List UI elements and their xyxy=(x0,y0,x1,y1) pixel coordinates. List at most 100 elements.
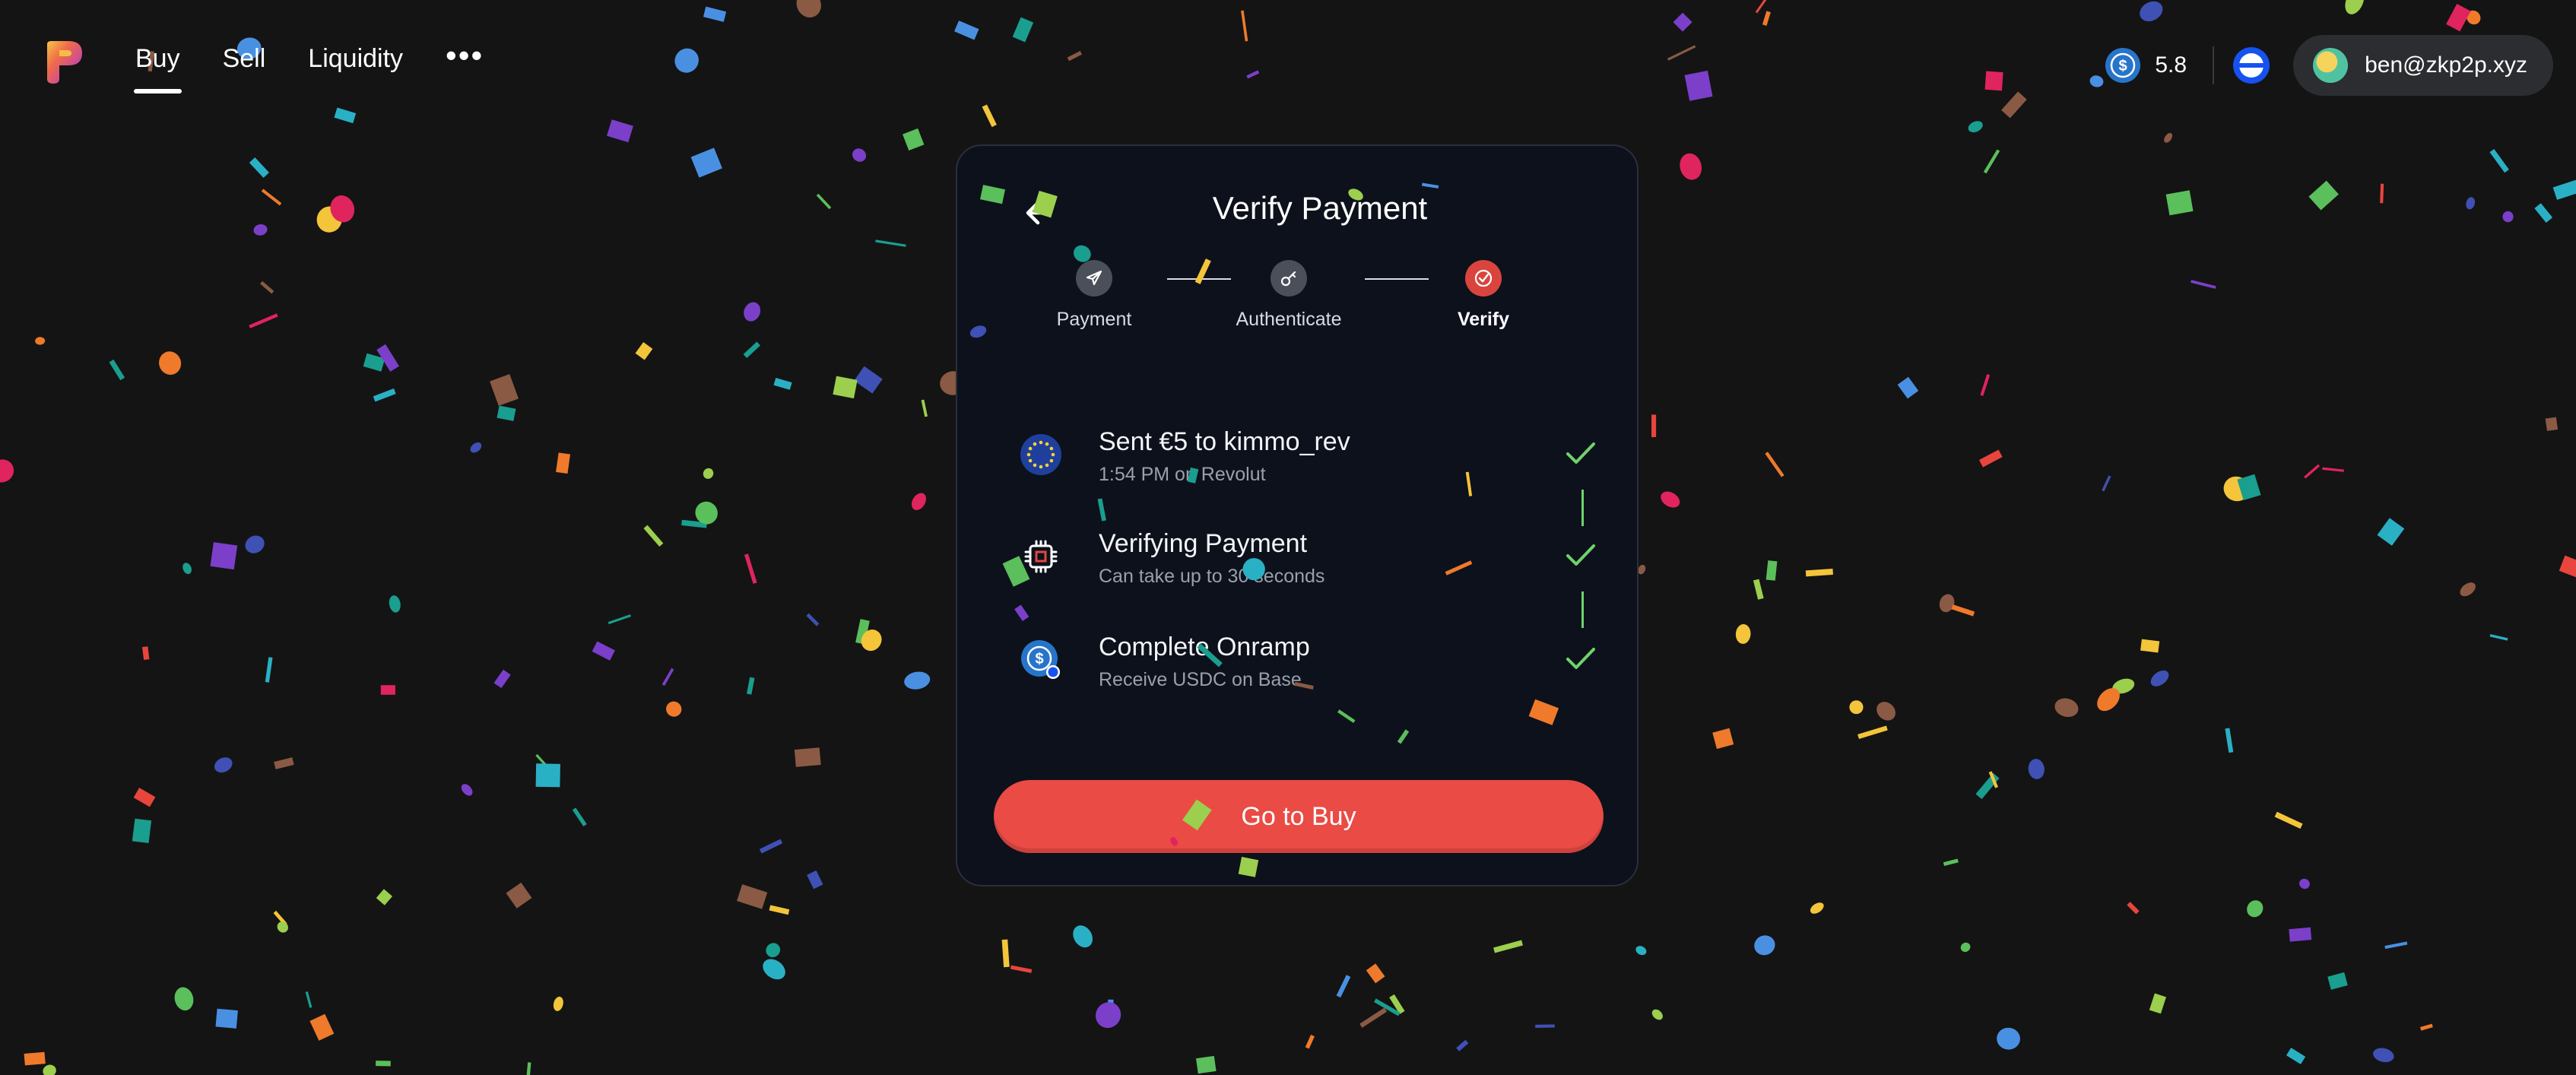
confetti-piece xyxy=(1765,452,1784,477)
confetti-piece xyxy=(1805,568,1833,577)
confetti-piece xyxy=(2384,941,2408,950)
usdc-coin-icon: $ xyxy=(2105,48,2141,83)
confetti-piece xyxy=(1195,1055,1217,1074)
go-to-buy-button[interactable]: Go to Buy xyxy=(994,780,1604,853)
confetti-piece xyxy=(2054,698,2079,718)
confetti-piece xyxy=(2112,678,2135,694)
confetti-piece xyxy=(1635,946,1647,956)
confetti-piece xyxy=(807,870,823,889)
confetti-piece xyxy=(249,313,278,328)
confetti-piece xyxy=(2502,211,2514,223)
confetti-piece xyxy=(1535,1024,1555,1028)
row-subtitle: 1:54 PM on Revolut xyxy=(1099,464,1266,485)
confetti-piece xyxy=(2140,1,2163,22)
confetti-piece xyxy=(1765,560,1778,581)
confetti-piece xyxy=(703,468,714,479)
check-circle-icon xyxy=(1465,260,1502,296)
nav-buy[interactable]: Buy xyxy=(134,44,182,94)
confetti-piece xyxy=(493,669,511,689)
confetti-piece xyxy=(43,1064,56,1075)
confetti-piece xyxy=(954,21,979,40)
header-account-area: $ 5.8 ben@zkp2p.xyz xyxy=(2085,35,2553,96)
confetti-piece xyxy=(903,128,925,151)
confetti-piece xyxy=(261,189,282,206)
confetti-piece xyxy=(1684,70,1713,101)
confetti-piece xyxy=(461,784,473,796)
confetti-piece xyxy=(2467,10,2481,25)
confetti-piece xyxy=(1753,579,1764,600)
confetti-piece xyxy=(635,342,653,360)
confetti-piece xyxy=(744,553,757,584)
confetti-piece xyxy=(1246,70,1260,79)
confetti-piece xyxy=(1876,702,1896,721)
account-button[interactable]: ben@zkp2p.xyz xyxy=(2293,35,2553,96)
account-label: ben@zkp2p.xyz xyxy=(2365,52,2527,78)
confetti-piece xyxy=(376,1061,391,1067)
confetti-piece xyxy=(911,493,926,511)
confetti-piece xyxy=(773,377,792,390)
confetti-piece xyxy=(690,147,722,178)
confetti-piece xyxy=(496,405,516,421)
confetti-piece xyxy=(1661,491,1680,508)
confetti-piece xyxy=(607,119,633,143)
confetti-piece xyxy=(2140,639,2160,653)
confetti-piece xyxy=(2466,197,2476,210)
confetti-piece xyxy=(1012,17,1034,43)
balance-display[interactable]: $ 5.8 xyxy=(2085,47,2206,84)
confetti-piece xyxy=(2345,0,2365,14)
confetti-piece xyxy=(1010,965,1033,973)
confetti-piece xyxy=(875,239,906,247)
confetti-piece xyxy=(376,889,393,905)
confetti-piece xyxy=(766,943,781,958)
confetti-piece xyxy=(506,882,532,909)
confetti-piece xyxy=(389,595,401,613)
confetti-piece xyxy=(1001,939,1010,968)
page: Buy Sell Liquidity ••• $ 5.8 ben@zkp2p.x… xyxy=(0,0,2576,1075)
confetti-piece xyxy=(24,1051,46,1066)
progress-stepper: Payment Authenticate Verify xyxy=(957,260,1640,351)
confetti-piece xyxy=(2327,972,2348,990)
confetti-piece xyxy=(273,910,287,926)
confetti-piece xyxy=(1374,998,1401,1016)
multicolor-p-logo-icon[interactable] xyxy=(43,40,85,85)
confetti-piece xyxy=(376,344,400,372)
confetti-piece xyxy=(904,671,931,690)
confetti-piece xyxy=(1073,925,1093,948)
confetti-piece xyxy=(769,905,790,915)
checkmark-icon xyxy=(1566,648,1595,669)
row-title: Complete Onramp xyxy=(1099,633,1310,661)
confetti-piece xyxy=(2164,132,2173,143)
confetti-piece xyxy=(2552,179,2576,200)
confetti-piece xyxy=(132,818,152,843)
confetti-piece xyxy=(1095,1002,1121,1029)
confetti-piece xyxy=(470,442,482,453)
main-nav: Buy Sell Liquidity ••• xyxy=(134,39,526,94)
confetti-piece xyxy=(1897,376,1919,399)
confetti-piece xyxy=(2223,476,2250,502)
confetti-piece xyxy=(1755,0,1772,14)
confetti-piece xyxy=(855,619,870,645)
confetti-piece xyxy=(1456,1039,1469,1051)
confetti-piece xyxy=(661,668,674,687)
confetti-piece xyxy=(334,107,357,124)
confetti-piece xyxy=(210,542,238,570)
confetti-piece xyxy=(2028,759,2045,779)
list-item: Sent €5 to kimmo_rev 1:54 PM on Revolut xyxy=(1020,427,1597,511)
step-label: Authenticate xyxy=(1236,309,1342,330)
confetti-piece xyxy=(265,657,273,683)
confetti-piece xyxy=(643,525,664,547)
confetti-piece xyxy=(1241,10,1248,42)
confetti-piece xyxy=(109,359,125,381)
confetti-piece xyxy=(806,613,820,626)
nav-liquidity[interactable]: Liquidity xyxy=(308,44,403,74)
confetti-piece xyxy=(330,195,355,223)
confetti-piece xyxy=(2001,91,2027,119)
confetti-piece xyxy=(1336,975,1351,998)
confetti-piece xyxy=(2545,417,2559,431)
confetti-piece xyxy=(854,366,883,394)
base-network-icon[interactable] xyxy=(2232,46,2270,84)
nav-sell[interactable]: Sell xyxy=(223,44,266,74)
confetti-piece xyxy=(277,921,288,933)
confetti-piece xyxy=(2191,280,2216,289)
more-menu-button[interactable]: ••• xyxy=(446,39,484,71)
